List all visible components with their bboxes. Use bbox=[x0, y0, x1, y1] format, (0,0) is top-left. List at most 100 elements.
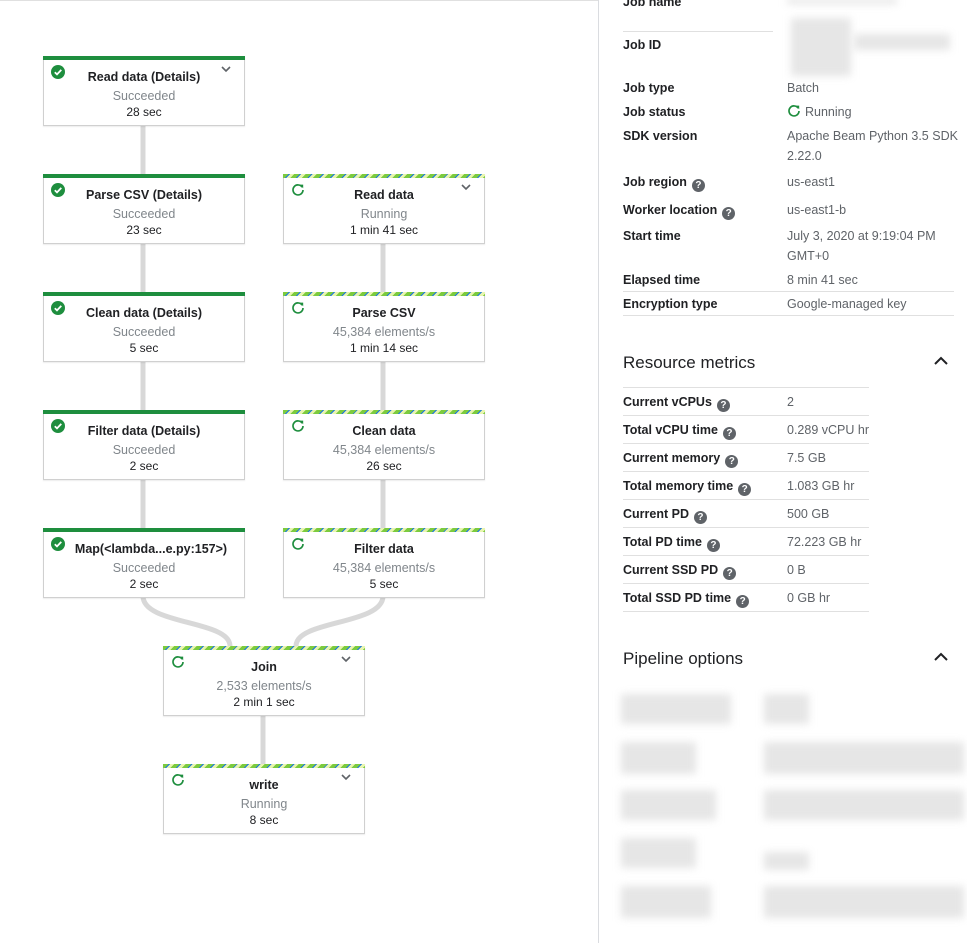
metric-label: Total vCPU time bbox=[623, 423, 718, 437]
step-parse-csv-details[interactable]: Parse CSV (Details) Succeeded 23 sec bbox=[43, 174, 245, 244]
step-name: Parse CSV (Details) bbox=[85, 188, 203, 202]
chevron-up-icon[interactable] bbox=[933, 356, 949, 366]
pipeline-options-title: Pipeline options bbox=[623, 649, 744, 668]
status-bar bbox=[43, 174, 245, 178]
step-time: 1 min 14 sec bbox=[349, 341, 419, 355]
step-name: Read data (Details) bbox=[87, 70, 201, 84]
encryption-type-label: Encryption type bbox=[623, 297, 718, 311]
step-join[interactable]: Join 2,533 elements/s 2 min 1 sec bbox=[163, 646, 365, 716]
chevron-up-icon[interactable] bbox=[933, 652, 949, 662]
redacted-option-name bbox=[621, 694, 731, 724]
redacted-job-name bbox=[787, 0, 897, 4]
help-icon[interactable]: ? bbox=[723, 567, 737, 580]
divider bbox=[623, 415, 869, 416]
metric-label-wrap: Current memory? bbox=[623, 448, 783, 468]
divider bbox=[623, 583, 869, 584]
divider bbox=[623, 471, 869, 472]
step-name: Clean data (Details) bbox=[85, 306, 202, 320]
metric-value: 0.289 vCPU hr bbox=[787, 423, 869, 437]
job-status-value-wrap: Running bbox=[787, 102, 962, 122]
step-filter-data[interactable]: Filter data 45,384 elements/s 5 sec bbox=[283, 528, 485, 598]
metric-label-wrap: Current SSD PD? bbox=[623, 560, 783, 580]
status-bar bbox=[283, 292, 485, 296]
help-icon[interactable]: ? bbox=[706, 539, 720, 552]
step-write[interactable]: write Running 8 sec bbox=[163, 764, 365, 834]
metric-label: Total memory time bbox=[623, 479, 734, 493]
metric-label-wrap: Total vCPU time? bbox=[623, 420, 783, 440]
metric-label-wrap: Total PD time? bbox=[623, 532, 783, 552]
step-time: 1 min 41 sec bbox=[349, 223, 419, 237]
step-clean-data-details[interactable]: Clean data (Details) Succeeded 5 sec bbox=[43, 292, 245, 362]
divider bbox=[623, 527, 869, 528]
job-region-value: us-east1 bbox=[787, 175, 835, 189]
step-time: 26 sec bbox=[366, 459, 402, 473]
help-icon[interactable]: ? bbox=[725, 455, 739, 468]
step-read-data[interactable]: Read data Running 1 min 41 sec bbox=[283, 174, 485, 244]
metric-value: 1.083 GB hr bbox=[787, 479, 855, 493]
help-icon[interactable]: ? bbox=[722, 207, 736, 220]
step-time: 2 sec bbox=[129, 577, 159, 591]
worker-location-label-wrap: Worker location? bbox=[623, 200, 783, 220]
help-icon[interactable]: ? bbox=[738, 483, 752, 496]
redacted-option-name bbox=[621, 886, 711, 918]
metric-label: Current SSD PD bbox=[623, 563, 719, 577]
step-name: Clean data bbox=[352, 424, 416, 438]
step-clean-data[interactable]: Clean data 45,384 elements/s 26 sec bbox=[283, 410, 485, 480]
status-bar bbox=[283, 528, 485, 532]
help-icon[interactable]: ? bbox=[736, 595, 750, 608]
edge bbox=[293, 595, 386, 647]
redacted-option-name bbox=[621, 742, 696, 774]
divider bbox=[623, 555, 869, 556]
metric-value: 0 GB hr bbox=[787, 591, 831, 605]
step-state: 2,533 elements/s bbox=[216, 679, 312, 693]
job-name-label: Job name bbox=[623, 0, 682, 9]
metric-label: Current memory bbox=[623, 451, 721, 465]
step-read-data-details[interactable]: Read data (Details) Succeeded 28 sec bbox=[43, 56, 245, 126]
metric-label-wrap: Current PD? bbox=[623, 504, 783, 524]
elapsed-time-label: Elapsed time bbox=[623, 273, 701, 287]
metric-label: Current vCPUs bbox=[623, 395, 712, 409]
redacted-option-value bbox=[764, 852, 809, 870]
redacted-option-value bbox=[764, 742, 964, 774]
help-icon[interactable]: ? bbox=[722, 427, 736, 440]
sdk-version-value: Apache Beam Python 3.5 SDK 2.22.0 bbox=[787, 129, 958, 163]
step-name: Map(<lambda...e.py:157>) bbox=[74, 542, 228, 556]
status-bar bbox=[283, 410, 485, 414]
step-state: 45,384 elements/s bbox=[332, 325, 436, 339]
redacted-option-value bbox=[764, 790, 964, 820]
help-icon[interactable]: ? bbox=[693, 511, 707, 524]
redacted-option-value bbox=[764, 886, 964, 918]
redacted-option-name bbox=[621, 838, 696, 868]
job-region-label: Job region bbox=[623, 175, 687, 189]
start-time-value: July 3, 2020 at 9:19:04 PM GMT+0 bbox=[787, 229, 936, 263]
pipeline-graph-pane[interactable]: Read data (Details) Succeeded 28 sec Par… bbox=[0, 0, 599, 943]
redacted-option-value bbox=[764, 694, 809, 724]
job-status-label: Job status bbox=[623, 105, 686, 119]
help-icon[interactable]: ? bbox=[716, 399, 730, 412]
step-map-lambda[interactable]: Map(<lambda...e.py:157>) Succeeded 2 sec bbox=[43, 528, 245, 598]
step-parse-csv[interactable]: Parse CSV 45,384 elements/s 1 min 14 sec bbox=[283, 292, 485, 362]
status-bar bbox=[43, 410, 245, 414]
status-bar bbox=[43, 292, 245, 296]
divider bbox=[623, 31, 773, 32]
worker-location-value: us-east1-b bbox=[787, 203, 847, 217]
divider bbox=[623, 611, 869, 612]
step-name: Parse CSV bbox=[352, 306, 416, 320]
help-icon[interactable]: ? bbox=[691, 179, 705, 192]
edge bbox=[140, 595, 233, 647]
status-bar bbox=[43, 528, 245, 532]
refresh-icon bbox=[788, 105, 800, 117]
step-state: Running bbox=[240, 797, 288, 811]
metric-value: 72.223 GB hr bbox=[787, 535, 862, 549]
step-state: Succeeded bbox=[112, 443, 176, 457]
step-time: 23 sec bbox=[126, 223, 162, 237]
redacted-job-id bbox=[854, 34, 950, 50]
worker-location-label: Worker location bbox=[623, 203, 718, 217]
step-name: Join bbox=[251, 660, 277, 674]
elapsed-time-value: 8 min 41 sec bbox=[787, 273, 858, 287]
resource-metrics-title: Resource metrics bbox=[623, 353, 756, 372]
status-bar bbox=[163, 646, 365, 650]
step-filter-data-details[interactable]: Filter data (Details) Succeeded 2 sec bbox=[43, 410, 245, 480]
metric-label: Current PD bbox=[623, 507, 689, 521]
job-id-label: Job ID bbox=[623, 38, 662, 52]
